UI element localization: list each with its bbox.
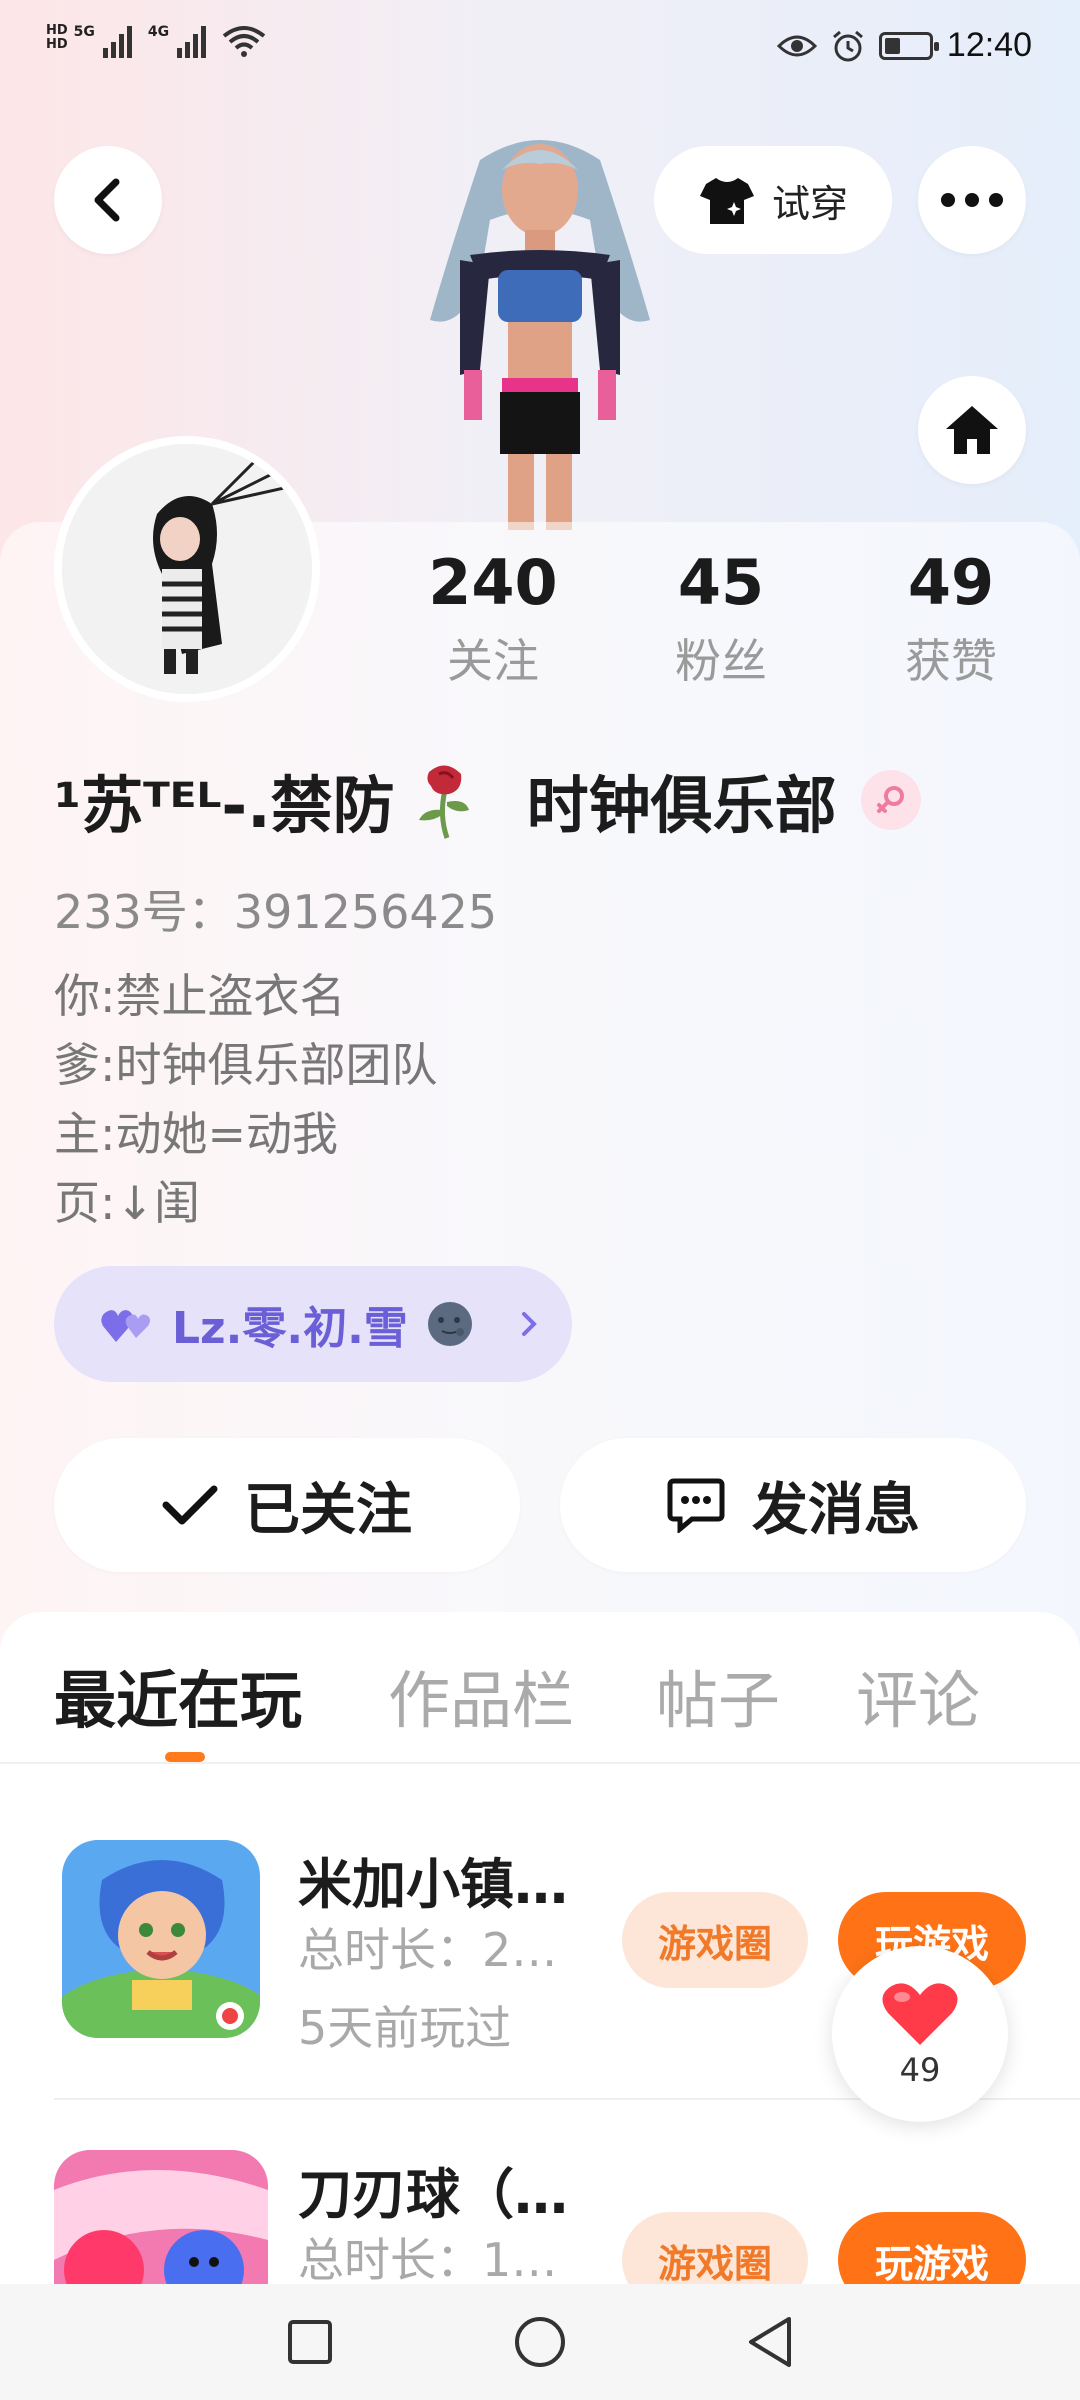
bio-line: 你:禁止盗衣名 <box>54 969 346 1023</box>
system-nav-bar <box>0 2284 1080 2400</box>
nickname-prefix: ¹苏ᵀᴱᴸ-.禁防 <box>54 769 395 842</box>
battery-fill <box>884 37 900 54</box>
like-count: 49 <box>899 2051 941 2089</box>
send-message-label: 发消息 <box>752 1477 920 1543</box>
try-on-button[interactable]: 试穿 <box>654 146 892 254</box>
divider <box>0 1762 1080 1764</box>
avatar-3d-figure[interactable] <box>400 130 680 530</box>
stat-following[interactable]: 240 关注 <box>398 540 588 696</box>
game-circle-button[interactable]: 游戏圈 <box>622 1892 808 1988</box>
signal-bars-icon <box>177 24 207 58</box>
tab-works[interactable]: 作品栏 <box>388 1650 574 1740</box>
more-button[interactable] <box>918 146 1026 254</box>
back-button[interactable] <box>54 146 162 254</box>
game-icon-miga-town <box>62 1840 260 2038</box>
chat-bubble-icon <box>667 1478 725 1533</box>
heart-icon <box>882 1983 958 2045</box>
stat-value: 45 <box>677 546 765 619</box>
house-icon <box>946 406 998 454</box>
stat-followers[interactable]: 45 粉丝 <box>626 540 816 696</box>
game-title: 刀刃球（… <box>298 2163 568 2226</box>
nickname: ¹苏ᵀᴱᴸ-.禁防 时钟俱乐部 <box>54 760 921 842</box>
send-message-button[interactable]: 发消息 <box>560 1438 1026 1572</box>
game-last-played: 5天前玩过 <box>298 2001 512 2055</box>
back-nav-button[interactable] <box>730 2304 810 2380</box>
stat-label: 关注 <box>447 634 539 688</box>
signal-bars-icon <box>102 24 132 58</box>
bio-line: 主:动她=动我 <box>54 1107 339 1161</box>
clock-time: 12:40 <box>946 26 1032 64</box>
active-tab-indicator <box>165 1752 205 1762</box>
stat-label: 获赞 <box>905 634 997 688</box>
recent-apps-button[interactable] <box>270 2304 350 2380</box>
battery-icon <box>878 31 939 60</box>
avatar[interactable] <box>54 436 320 702</box>
double-heart-icon <box>101 1310 151 1342</box>
tab-comments[interactable]: 评论 <box>856 1650 980 1740</box>
network-5g-label: 5G <box>73 24 95 40</box>
eye-icon <box>776 35 817 56</box>
linked-friend-name: Lz.零.初.雪 <box>172 1303 408 1354</box>
linked-friend-chip[interactable]: Lz.零.初.雪 <box>54 1266 572 1382</box>
game-duration: 总时长：2… <box>298 1923 558 1977</box>
game-title: 米加小镇… <box>298 1853 568 1916</box>
tab-posts[interactable]: 帖子 <box>656 1650 780 1740</box>
square-icon <box>288 2320 332 2364</box>
stat-likes[interactable]: 49 获赞 <box>856 540 1046 696</box>
chevron-right-icon <box>521 1312 537 1336</box>
user-id: 233号：391256425 <box>54 885 498 939</box>
bio-line: 爹:时钟俱乐部团队 <box>54 1038 438 1092</box>
tshirt-icon <box>699 178 754 224</box>
nickname-suffix: 时钟俱乐部 <box>526 769 837 842</box>
alarm-icon <box>832 30 863 61</box>
female-gender-icon <box>860 770 921 830</box>
bio-line: 页:↓闺 <box>54 1176 201 1230</box>
followed-button[interactable]: 已关注 <box>54 1438 520 1572</box>
chevron-left-icon <box>94 178 120 222</box>
home-button[interactable] <box>918 376 1026 484</box>
hd-label: HD <box>46 37 68 52</box>
stat-value: 49 <box>907 546 995 619</box>
more-dots-icon <box>941 193 1003 207</box>
like-button[interactable]: 49 <box>832 1946 1008 2122</box>
home-nav-button[interactable] <box>500 2304 580 2380</box>
game-duration: 总时长：1… <box>298 2233 558 2287</box>
checkmark-icon <box>162 1485 218 1525</box>
status-bar: HD HD 5G 4G 12:40 <box>0 0 1080 100</box>
stat-label: 粉丝 <box>675 634 767 688</box>
network-4g-label: 4G <box>147 24 170 40</box>
moon-face-icon <box>427 1302 472 1346</box>
signal-indicators: HD HD 5G 4G <box>46 24 266 58</box>
tab-recently-played[interactable]: 最近在玩 <box>54 1650 302 1740</box>
circle-icon <box>515 2317 565 2367</box>
stat-value: 240 <box>428 546 558 619</box>
wilted-rose-icon <box>418 765 469 839</box>
hd-label: HD <box>46 23 68 38</box>
bio: 你:禁止盗衣名 爹:时钟俱乐部团队 主:动她=动我 页:↓闺 <box>54 962 438 1238</box>
triangle-back-icon <box>749 2317 791 2367</box>
try-on-label: 试穿 <box>771 181 848 226</box>
wifi-icon <box>222 26 266 57</box>
followed-label: 已关注 <box>244 1477 412 1543</box>
